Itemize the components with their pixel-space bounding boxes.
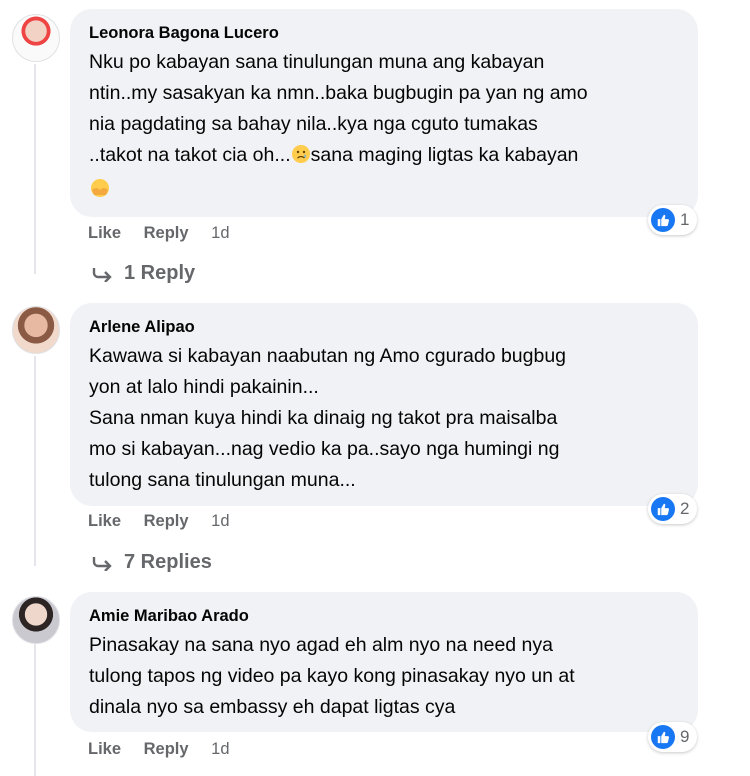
comment-actions: Like Reply 1d xyxy=(88,224,248,243)
reaction-count-value: 2 xyxy=(680,499,690,518)
like-button[interactable]: Like xyxy=(88,512,121,530)
comment-author[interactable]: Leonora Bagona Lucero xyxy=(89,23,678,43)
reply-arrow-icon xyxy=(92,556,112,571)
avatar[interactable] xyxy=(12,306,60,354)
view-replies-label: 7 Replies xyxy=(124,551,212,573)
comment-thread: Leonora Bagona Lucero Nku po kabayan san… xyxy=(0,0,750,776)
reply-button[interactable]: Reply xyxy=(144,740,189,758)
comment-timestamp[interactable]: 1d xyxy=(211,224,229,242)
view-replies-link[interactable]: 1 Reply xyxy=(92,262,195,285)
reaction-count[interactable]: 2 xyxy=(648,494,698,524)
reaction-count-value: 9 xyxy=(680,727,690,746)
comment-author[interactable]: Amie Maribao Arado xyxy=(89,606,678,626)
thread-line xyxy=(34,356,36,566)
reaction-count[interactable]: 1 xyxy=(648,205,698,235)
reaction-count[interactable]: 9 xyxy=(648,722,698,752)
reply-arrow-icon xyxy=(92,267,112,282)
crying-face-icon xyxy=(291,143,311,174)
avatar[interactable] xyxy=(12,596,60,644)
like-button[interactable]: Like xyxy=(88,224,121,242)
view-replies-link[interactable]: 7 Replies xyxy=(92,551,212,574)
like-icon xyxy=(651,208,675,232)
comment-bubble: Leonora Bagona Lucero Nku po kabayan san… xyxy=(70,9,698,217)
comment-text: Nku po kabayan sana tinulungan muna ang … xyxy=(89,47,678,208)
view-replies-label: 1 Reply xyxy=(124,262,196,284)
reply-button[interactable]: Reply xyxy=(144,512,189,530)
comment-text: Pinasakay na sana nyo agad eh alm nyo na… xyxy=(89,634,575,718)
comment-text: Kawawa si kabayan naabutan ng Amo cgurad… xyxy=(89,345,567,491)
like-icon xyxy=(651,497,675,521)
hug-hands-icon xyxy=(89,177,111,208)
thread-line xyxy=(34,644,36,776)
comment-timestamp[interactable]: 1d xyxy=(211,740,229,758)
like-icon xyxy=(651,725,675,749)
comment-timestamp[interactable]: 1d xyxy=(211,512,229,530)
reply-button[interactable]: Reply xyxy=(144,224,189,242)
avatar[interactable] xyxy=(12,14,60,62)
comment-text-tail: sana maging ligtas ka kabayan xyxy=(310,144,579,166)
comment-author[interactable]: Arlene Alipao xyxy=(89,317,678,337)
comment-actions: Like Reply 1d xyxy=(88,740,248,759)
thread-line xyxy=(34,64,36,274)
comment-bubble: Amie Maribao Arado Pinasakay na sana nyo… xyxy=(70,592,698,732)
like-button[interactable]: Like xyxy=(88,740,121,758)
reaction-count-value: 1 xyxy=(680,210,690,229)
comment-bubble: Arlene Alipao Kawawa si kabayan naabutan… xyxy=(70,303,698,506)
comment-actions: Like Reply 1d xyxy=(88,512,248,531)
